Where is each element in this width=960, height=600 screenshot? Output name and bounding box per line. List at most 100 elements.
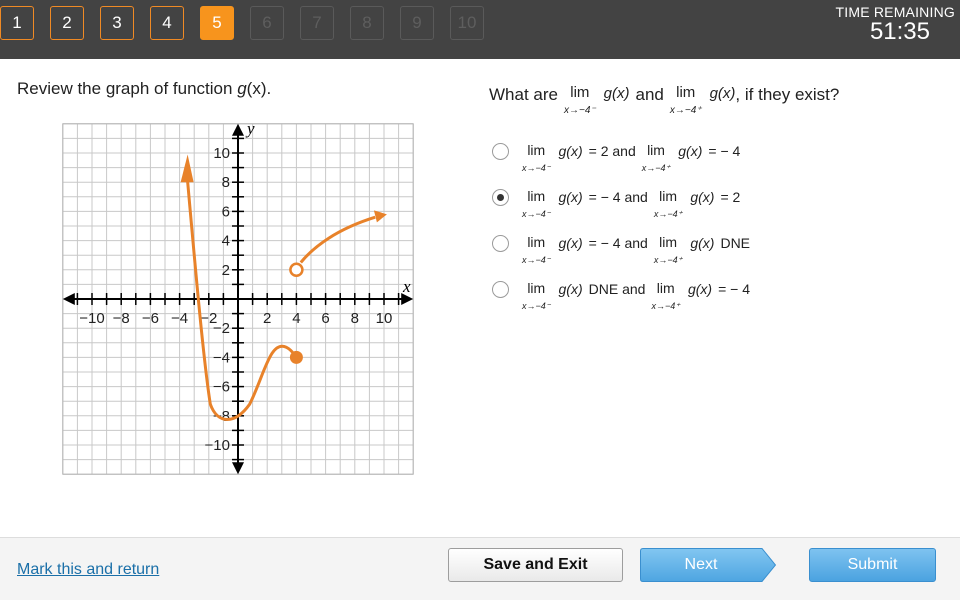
lim-word: lim <box>527 142 546 158</box>
question-number-5[interactable]: 5 <box>200 6 234 40</box>
y-tick-label: 4 <box>222 233 230 250</box>
y-axis-label: y <box>245 122 255 138</box>
left-limit-value: DNE and <box>588 281 646 297</box>
curve-left-branch <box>185 173 298 421</box>
lim-word: lim <box>570 84 590 101</box>
curve-left-arrow <box>180 154 194 183</box>
question-number-9: 9 <box>400 6 434 40</box>
lim-subscript: x→−4⁺ <box>651 301 680 311</box>
lim-subscript: x→−4⁺ <box>641 163 671 173</box>
lim-word: lim <box>676 84 696 101</box>
lim-subscript: x→−4⁺ <box>653 209 683 219</box>
function-gx: g(x) <box>678 143 703 159</box>
lim-word: lim <box>659 234 678 250</box>
answer-option-4[interactable]: lim x→−4⁻ g(x) DNE and lim x→−4⁺ g(x) = − 4 <box>492 279 756 325</box>
next-button-label: Next <box>684 556 718 573</box>
next-button[interactable]: Next <box>640 548 776 582</box>
question-prefix: What are <box>489 85 558 104</box>
function-graph: −10 −8 −6 −4 −2 2 4 6 8 10108642−2−4−6−8−10 x y <box>62 122 414 475</box>
lim-subscript: x→−4⁻ <box>563 105 596 116</box>
x-tick-label: 2 <box>263 310 271 327</box>
right-limit: lim x→−4⁺ <box>654 233 683 266</box>
curve-right-branch <box>299 215 376 264</box>
top-bar: 1 2 3 4 5 6 7 8 9 10 TIME REMAINING 51:35 <box>0 0 960 59</box>
prompt-text-end: (x). <box>246 79 272 98</box>
x-tick-label: −4 <box>171 310 188 327</box>
time-remaining-value: 51:35 <box>869 18 930 45</box>
answer-option-1[interactable]: lim x→−4⁻ g(x) = 2 and lim x→−4⁺ g(x) = − 4 <box>492 141 756 187</box>
function-gx: g(x) <box>558 281 583 297</box>
left-limit: lim x→−4⁻ <box>522 141 551 174</box>
right-limit: lim x→−4⁺ <box>642 141 671 174</box>
lim-subscript: x→−4⁻ <box>522 163 551 173</box>
x-tick-label: 8 <box>351 310 359 327</box>
closed-point <box>289 350 303 364</box>
submit-button[interactable]: Submit <box>809 548 936 582</box>
answer-option-3[interactable]: lim x→−4⁻ g(x) = − 4 and lim x→−4⁺ g(x) DNE <box>492 233 756 279</box>
x-axis-arrow-left <box>62 293 75 305</box>
x-tick-label: −6 <box>142 310 159 327</box>
question-number-2[interactable]: 2 <box>50 6 84 40</box>
y-axis-arrow-down <box>232 462 244 475</box>
right-limit-value: = 2 <box>720 189 741 205</box>
left-limit: lim x→−4⁻ <box>522 187 551 220</box>
radio-button[interactable] <box>492 189 509 206</box>
question-number-8: 8 <box>350 6 384 40</box>
lim-word: lim <box>647 142 665 158</box>
x-tick-label: 4 <box>292 310 300 327</box>
function-gx: g(x) <box>690 189 715 205</box>
x-tick-label: −8 <box>113 310 130 327</box>
mark-and-return-link[interactable]: Mark this and return <box>17 561 159 579</box>
left-limit: lim x→−4⁻ <box>564 84 596 117</box>
prompt-text: Review the graph of function <box>17 79 238 98</box>
prompt-function-name: g <box>237 79 247 98</box>
y-axis-arrow-up <box>232 123 244 136</box>
x-tick-label: 6 <box>321 310 329 327</box>
open-point <box>289 262 304 278</box>
y-tick-label: −10 <box>205 437 230 454</box>
right-limit-value: DNE <box>720 235 751 251</box>
right-limit: lim x→−4⁺ <box>651 279 680 312</box>
x-tick-label: −10 <box>79 310 104 327</box>
lim-subscript: x→−4⁺ <box>669 105 702 116</box>
lim-subscript: x→−4⁻ <box>522 301 551 311</box>
y-tick-label: −2 <box>213 320 230 337</box>
graph-prompt: Review the graph of function g(x). <box>17 79 271 99</box>
radio-button[interactable] <box>492 235 509 252</box>
curve-right-arrow <box>373 210 387 223</box>
bottom-bar: Mark this and return Save and Exit Next … <box>0 537 960 600</box>
function-gx: g(x) <box>687 281 713 297</box>
y-tick-label: −8 <box>213 408 230 425</box>
x-axis-label: x <box>402 277 411 296</box>
left-limit-value: = 2 and <box>588 143 636 159</box>
radio-button[interactable] <box>492 143 509 160</box>
lim-word: lim <box>527 188 546 204</box>
function-gx: g(x) <box>558 189 583 205</box>
function-gx: g(x) <box>558 143 583 159</box>
question-number-4[interactable]: 4 <box>150 6 184 40</box>
left-limit-value: = − 4 and <box>588 189 648 205</box>
y-tick-label: 6 <box>222 203 230 220</box>
y-tick-label: 10 <box>213 145 230 162</box>
answer-options: lim x→−4⁻ g(x) = 2 and lim x→−4⁺ g(x) = − 4 lim x… <box>492 141 756 325</box>
function-gx: g(x) <box>709 85 736 102</box>
y-tick-label: −6 <box>213 379 230 396</box>
answer-option-2[interactable]: lim x→−4⁻ g(x) = − 4 and lim x→−4⁺ g(x) = 2 <box>492 187 756 233</box>
question-number-6: 6 <box>250 6 284 40</box>
y-tick-label: 8 <box>222 174 230 191</box>
save-and-exit-button[interactable]: Save and Exit <box>448 548 623 582</box>
question-conj: and <box>635 85 664 104</box>
radio-button[interactable] <box>492 281 509 298</box>
lim-word: lim <box>527 234 546 250</box>
function-gx: g(x) <box>690 235 715 251</box>
question-suffix: , if they exist? <box>735 85 840 104</box>
function-gx: g(x) <box>603 85 630 102</box>
right-limit: lim x→−4⁺ <box>670 84 702 117</box>
question-number-1[interactable]: 1 <box>0 6 34 40</box>
question-number-3[interactable]: 3 <box>100 6 134 40</box>
question-navigator: 1 2 3 4 5 6 7 8 9 10 <box>0 6 500 40</box>
right-limit-value: = − 4 <box>718 281 751 297</box>
right-limit-value: = − 4 <box>708 143 741 159</box>
lim-word: lim <box>659 188 678 204</box>
left-limit: lim x→−4⁻ <box>522 279 551 312</box>
